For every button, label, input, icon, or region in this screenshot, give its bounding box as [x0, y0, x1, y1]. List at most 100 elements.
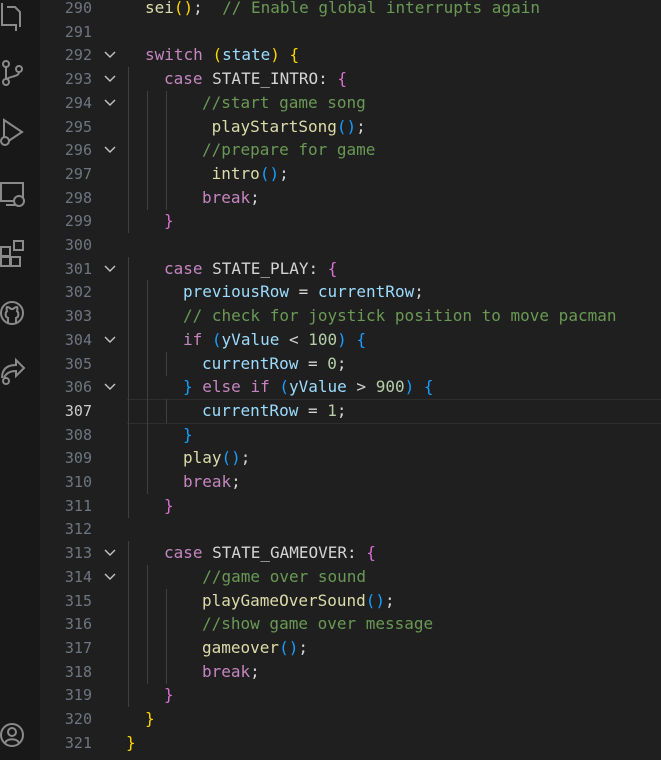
code-line[interactable]: 299} [40, 209, 661, 234]
indent-guide [128, 161, 129, 186]
indent-guide [128, 185, 129, 210]
code-line[interactable]: 311} [40, 493, 661, 518]
code-token: ) [270, 45, 280, 65]
code-token: { [337, 69, 348, 89]
account-icon[interactable] [0, 720, 26, 750]
code-text: if (yValue < 100) { [183, 328, 366, 352]
source-control-icon[interactable] [0, 58, 26, 88]
code-line[interactable]: 304 if (yValue < 100) { [40, 327, 661, 352]
code-text: } else if (yValue > 900) { [183, 375, 434, 399]
line-number: 298 [64, 188, 92, 207]
code-line[interactable]: 302 previousRow = currentRow; [40, 280, 661, 305]
code-line[interactable]: 320} [40, 707, 661, 731]
code-line[interactable]: 293 case STATE_INTRO: { [40, 67, 661, 92]
fold-chevron-icon[interactable] [102, 91, 118, 115]
code-line[interactable]: 314 //game over sound [40, 564, 661, 589]
code-line[interactable]: 291 [40, 20, 661, 44]
indent-guide [128, 256, 129, 281]
code-token: currentRow [317, 282, 415, 302]
code-token: // Enable global interrupts again [222, 0, 540, 17]
indent-guide [166, 114, 167, 139]
indent-guide [166, 398, 167, 423]
indent-guide [147, 470, 148, 494]
code-line[interactable]: 308} [40, 422, 661, 447]
code-line[interactable]: 309 play(); [40, 446, 661, 471]
fold-chevron-icon[interactable] [102, 67, 118, 91]
fold-chevron-icon[interactable] [102, 138, 118, 162]
code-line[interactable]: 316 //show game over message [40, 612, 661, 637]
indent-guide [128, 280, 129, 305]
code-token: ; [240, 448, 251, 468]
code-line[interactable]: 290 sei(); // Enable global interrupts ag… [40, 0, 661, 20]
code-line[interactable]: 306} else if (yValue > 900) { [40, 375, 661, 400]
code-line[interactable]: 296 //prepare for game [40, 138, 661, 163]
indent-guide [147, 304, 148, 329]
code-token: yValue [221, 329, 280, 349]
remote-explorer-icon[interactable] [0, 180, 26, 210]
extensions-icon[interactable] [0, 238, 26, 268]
line-number: 313 [64, 544, 92, 563]
code-line[interactable]: 303 // check for joystick position to mov… [40, 304, 661, 329]
code-token: 100 [308, 329, 338, 349]
code-line[interactable]: 318 break; [40, 659, 661, 684]
line-number: 320 [64, 710, 92, 728]
code-line[interactable]: 317 gameover(); [40, 635, 661, 660]
code-line[interactable]: 298 break; [40, 185, 661, 210]
code-line[interactable]: 319} [40, 683, 661, 708]
code-line[interactable]: 295 playStartSong(); [40, 114, 661, 139]
code-token: case [164, 69, 203, 89]
code-line[interactable]: 315 playGameOverSound(); [40, 588, 661, 613]
code-line[interactable]: 312 [40, 517, 661, 541]
fold-chevron-icon[interactable] [102, 375, 118, 399]
indent-guide [128, 67, 129, 92]
fold-chevron-icon[interactable] [102, 565, 118, 589]
code-line[interactable]: 307 currentRow = 1; [40, 398, 661, 424]
fold-chevron-icon[interactable] [102, 541, 118, 565]
indent-guide [128, 564, 129, 589]
code-line[interactable]: 310 break; [40, 470, 661, 494]
line-number: 312 [64, 520, 92, 539]
fold-chevron-icon[interactable] [102, 257, 118, 281]
line-number: 314 [64, 567, 92, 586]
code-line[interactable]: 294 //start game song [40, 90, 661, 115]
indent-guide [147, 588, 148, 613]
live-share-icon[interactable] [0, 356, 26, 386]
code-text: //show game over message [202, 612, 433, 636]
fold-chevron-icon[interactable] [102, 43, 118, 67]
code-token: case [164, 543, 203, 563]
code-token: ; [250, 661, 260, 681]
code-line[interactable]: 292 switch (state) { [40, 43, 661, 67]
code-text: currentRow = 0; [202, 352, 347, 376]
code-line[interactable]: 321} [40, 731, 661, 755]
line-number: 297 [64, 164, 92, 183]
line-number: 316 [64, 615, 92, 634]
fold-chevron-icon[interactable] [102, 328, 118, 352]
code-token: () [279, 637, 299, 657]
indent-guide [147, 327, 148, 352]
code-line[interactable]: 297 intro(); [40, 161, 661, 186]
indent-guide [128, 588, 129, 613]
indent-guide [147, 635, 148, 660]
line-number: 302 [64, 283, 92, 302]
line-number: 311 [64, 496, 92, 515]
code-line[interactable]: 300 [40, 233, 661, 257]
code-text: playStartSong(); [202, 115, 366, 139]
code-line[interactable]: 313 case STATE_GAMEOVER: { [40, 541, 661, 566]
code-token: else [202, 377, 241, 397]
run-debug-icon[interactable] [0, 117, 26, 147]
code-editor[interactable]: 290 sei(); // Enable global interrupts ag… [40, 0, 661, 760]
code-token: ; [298, 637, 308, 657]
code-line[interactable]: 305 currentRow = 0; [40, 351, 661, 376]
code-text: } [164, 683, 174, 707]
github-icon[interactable] [0, 298, 26, 328]
indent-guide [147, 351, 148, 376]
files-icon[interactable] [0, 2, 26, 32]
code-line[interactable]: 301 case STATE_PLAY: { [40, 256, 661, 281]
code-token: 1 [327, 400, 337, 420]
line-number: 294 [64, 93, 92, 112]
indent-guide [128, 659, 129, 684]
